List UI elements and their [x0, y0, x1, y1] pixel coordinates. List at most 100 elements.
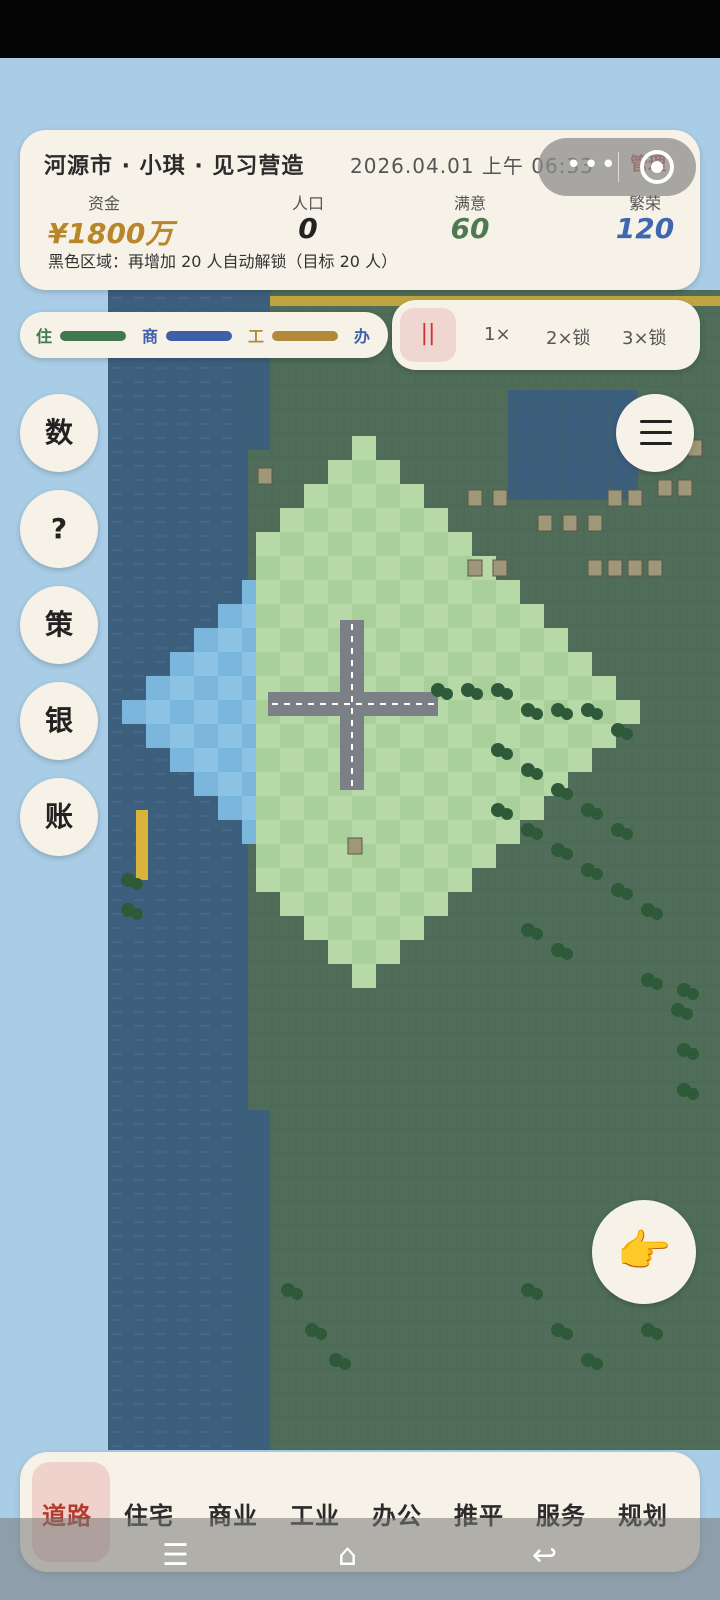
river-lower: [248, 1110, 270, 1450]
buildable-tile: [544, 628, 568, 652]
status-bar: [0, 0, 720, 58]
bank-button[interactable]: 银: [20, 682, 98, 760]
buildable-tile: [304, 748, 328, 772]
buildable-tile: [424, 724, 448, 748]
stats-button[interactable]: 数: [20, 394, 98, 472]
buildable-tile: [376, 604, 400, 628]
buildable-tile: [424, 892, 448, 916]
capsule-divider: [618, 152, 619, 182]
shallow-water-tile: [146, 676, 170, 700]
funds-label: 资金: [88, 194, 121, 213]
buildable-tile: [424, 844, 448, 868]
tree: [621, 728, 633, 740]
buildable-tile: [352, 532, 376, 556]
buildable-tile: [520, 652, 544, 676]
buildable-tile: [304, 628, 328, 652]
buildable-tile: [472, 772, 496, 796]
close-circle-icon[interactable]: [640, 150, 674, 184]
buildable-tile: [448, 748, 472, 772]
shallow-water-tile: [170, 652, 194, 676]
buildable-tile: [472, 580, 496, 604]
buildable-tile: [424, 796, 448, 820]
tree: [315, 1328, 327, 1340]
more-dots-icon[interactable]: •••: [566, 150, 618, 180]
shallow-water-tile: [218, 676, 242, 700]
buildable-tile: [448, 700, 472, 724]
shallow-water-tile: [218, 628, 242, 652]
rock: [257, 467, 273, 485]
rock: [492, 489, 508, 507]
tree: [591, 708, 603, 720]
legend-residential-bar: [60, 331, 126, 341]
buildable-tile: [400, 580, 424, 604]
buildable-tile: [568, 724, 592, 748]
rock: [537, 514, 553, 532]
buildable-tile: [256, 580, 280, 604]
buildable-tile: [304, 508, 328, 532]
buildable-tile: [328, 892, 352, 916]
satisfaction-label: 满意: [453, 194, 486, 213]
pause-button[interactable]: ||: [400, 308, 456, 362]
help-button[interactable]: ?: [20, 490, 98, 568]
mini-program-capsule[interactable]: •••: [538, 138, 696, 196]
tree: [561, 708, 573, 720]
buildable-tile: [352, 868, 376, 892]
tree: [441, 688, 453, 700]
tree: [291, 1288, 303, 1300]
buildable-tile: [496, 820, 520, 844]
tree: [621, 828, 633, 840]
pointing-hand-icon[interactable]: 👉: [592, 1200, 696, 1304]
buildable-tile: [304, 892, 328, 916]
tree: [339, 1358, 351, 1370]
buildable-tile: [352, 556, 376, 580]
shallow-water-tile: [194, 700, 218, 724]
buildable-tile: [304, 772, 328, 796]
road-segment: [136, 810, 148, 880]
buildable-tile: [376, 772, 400, 796]
tree: [501, 808, 513, 820]
menu-button[interactable]: [616, 394, 694, 472]
rock: [587, 514, 603, 532]
nav-back-icon[interactable]: ↩: [532, 1538, 557, 1573]
tree: [591, 808, 603, 820]
buildable-tile: [520, 628, 544, 652]
tree: [531, 708, 543, 720]
buildable-tile: [256, 820, 280, 844]
buildable-tile: [256, 748, 280, 772]
rock: [647, 559, 663, 577]
buildable-tile: [304, 484, 328, 508]
buildable-tile: [256, 796, 280, 820]
buildable-tile: [568, 676, 592, 700]
speed-2x-button[interactable]: 2×锁: [546, 324, 591, 350]
buildable-tile: [424, 868, 448, 892]
rock: [347, 837, 363, 855]
tree: [687, 1048, 699, 1060]
buildable-tile: [424, 556, 448, 580]
prosperity-stat: 繁荣 120: [610, 190, 680, 245]
policy-button[interactable]: 策: [20, 586, 98, 664]
buildable-tile: [304, 868, 328, 892]
buildable-tile: [256, 724, 280, 748]
speed-3x-button[interactable]: 3×锁: [622, 324, 667, 350]
buildable-tile: [544, 724, 568, 748]
rock: [467, 489, 483, 507]
buildable-tile: [472, 652, 496, 676]
buildable-tile: [376, 844, 400, 868]
tree: [687, 1088, 699, 1100]
ledger-button[interactable]: 账: [20, 778, 98, 856]
buildable-tile: [496, 700, 520, 724]
buildable-tile: [472, 844, 496, 868]
nav-home-icon[interactable]: ⌂: [338, 1538, 357, 1573]
buildable-tile: [400, 820, 424, 844]
buildable-tile: [424, 532, 448, 556]
nav-menu-icon[interactable]: ☰: [162, 1538, 189, 1573]
shallow-water-tile: [146, 724, 170, 748]
buildable-tile: [280, 724, 304, 748]
buildable-tile: [328, 580, 352, 604]
buildable-tile: [256, 628, 280, 652]
speed-1x-button[interactable]: 1×: [484, 324, 511, 345]
buildable-tile: [328, 796, 352, 820]
buildable-tile: [448, 604, 472, 628]
shallow-water-tile: [194, 652, 218, 676]
hamburger-line: [640, 442, 672, 445]
